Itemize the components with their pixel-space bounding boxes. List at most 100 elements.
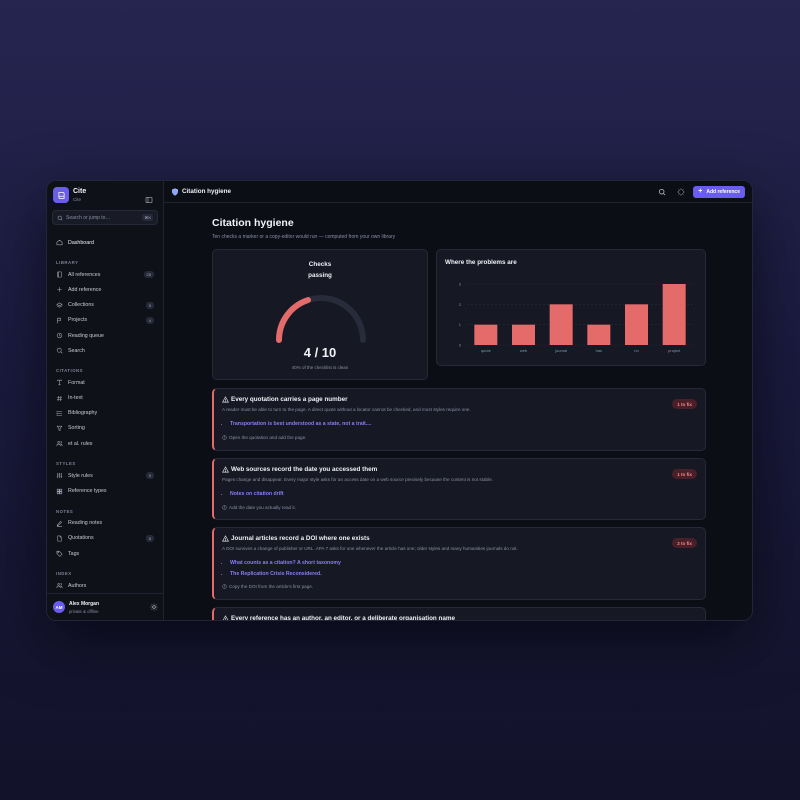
sidebar-item-sorting[interactable]: Sorting — [51, 421, 159, 436]
pen-icon — [56, 520, 63, 527]
page-content: Citation hygiene Ten checks a marker or … — [212, 203, 708, 620]
warning-icon — [222, 535, 229, 542]
check-title: Every quotation carries a page number — [222, 396, 348, 403]
info-icon — [222, 505, 227, 510]
sidebar-item-label: Reading notes — [68, 520, 103, 527]
sidebar-item-dashboard[interactable]: Dashboard — [51, 235, 159, 250]
sidebar-item-style-rules[interactable]: Style rules 5 — [51, 468, 159, 483]
sidebar-search-input[interactable]: Search or jump to… ⌘K — [52, 210, 158, 225]
x-tick-label: has — [596, 348, 602, 353]
check-hint-text: Open the quotation and add the page. — [229, 435, 307, 440]
checks-passing-card: Checks passing 4 / 10 40% of the checkli… — [212, 249, 428, 380]
search-shortcut: ⌘K — [142, 214, 153, 221]
sidebar-item-reading-queue[interactable]: Reading queue — [51, 328, 159, 343]
shield-icon — [171, 187, 179, 196]
sidebar-item-tags[interactable]: Tags — [51, 546, 159, 561]
book-icon — [56, 271, 63, 278]
reference-link-item[interactable]: What counts as a citation? A short taxon… — [230, 560, 341, 566]
bar-project[interactable] — [662, 284, 686, 345]
check-title-text: Every reference has an author, an editor… — [231, 615, 455, 620]
check-hint: Copy the DOI from the article's first pa… — [222, 584, 313, 589]
check-card[interactable]: Web sources record the date you accessed… — [212, 458, 706, 520]
sidebar-item-format[interactable]: Format — [51, 375, 159, 390]
bar-has[interactable] — [587, 324, 611, 345]
user-status: private & offline — [69, 608, 99, 614]
check-title-text: Journal articles record a DOI where one … — [231, 535, 370, 542]
bar-quote[interactable] — [474, 324, 498, 345]
x-tick-label: journal — [554, 348, 567, 353]
check-hint-text: Add the date you actually read it. — [229, 505, 296, 510]
sidebar-item-label: Dashboard — [68, 239, 94, 246]
sidebar-toggle-icon[interactable] — [145, 191, 153, 203]
plus-icon: + — [698, 188, 703, 195]
list-icon — [56, 410, 63, 417]
sidebar-item-collections[interactable]: Collections 5 — [51, 298, 159, 313]
sidebar-item-label: Bibliography — [68, 410, 98, 417]
user-profile[interactable]: AM Alex Morgan private & offline — [47, 593, 164, 620]
search-button[interactable] — [656, 186, 668, 198]
bar-no[interactable] — [625, 304, 648, 345]
reference-link-item[interactable]: The Replication Crisis Reconsidered. — [230, 571, 341, 577]
sidebar-item-label: Reading queue — [68, 332, 104, 339]
sidebar-item-in-text[interactable]: In-text — [51, 391, 159, 406]
sidebar: Cite Cite Search or jump to… ⌘K Dashboar… — [47, 181, 164, 620]
sidebar-item-label: Search — [68, 347, 85, 354]
check-links: What counts as a citation? A short taxon… — [230, 560, 341, 582]
brand[interactable]: Cite Cite — [53, 187, 86, 203]
gauge-label-line1: Checks — [308, 261, 332, 268]
reference-link-item[interactable]: Notes on citation drift — [230, 491, 284, 497]
sidebar-item-reading-notes[interactable]: Reading notes — [51, 516, 159, 531]
layers-icon — [56, 302, 63, 309]
reference-link[interactable]: Transportation is best understood as a s… — [230, 421, 372, 427]
x-tick-label: quote — [481, 348, 492, 353]
sidebar-item-label: In-text — [68, 395, 83, 402]
reference-link-item[interactable]: Transportation is best understood as a s… — [230, 421, 372, 427]
plus-icon — [56, 286, 63, 293]
search-icon — [57, 215, 63, 220]
check-card[interactable]: Journal articles record a DOI where one … — [212, 527, 706, 600]
check-card[interactable]: Every quotation carries a page number A r… — [212, 388, 706, 451]
reference-link[interactable]: The Replication Crisis Reconsidered. — [230, 571, 322, 577]
sidebar-item-reference-types[interactable]: Reference types — [51, 483, 159, 498]
sidebar-item-bibliography[interactable]: Bibliography — [51, 406, 159, 421]
section-title-library: LIBRARY — [56, 260, 79, 266]
brand-subtitle: Cite — [73, 197, 82, 202]
gauge-fill — [276, 297, 312, 343]
reference-link[interactable]: Notes on citation drift — [230, 491, 284, 497]
sidebar-item-authors[interactable]: Authors — [51, 578, 159, 593]
page-title: Citation hygiene — [212, 217, 294, 229]
gauge-label-line2: passing — [308, 272, 332, 279]
bar-journal[interactable] — [549, 304, 573, 345]
file-icon — [56, 535, 63, 542]
reference-link[interactable]: What counts as a citation? A short taxon… — [230, 560, 341, 566]
bar-web[interactable] — [512, 324, 535, 345]
sidebar-item-quotations[interactable]: Quotations 8 — [51, 531, 159, 546]
warning-icon — [222, 615, 229, 620]
sidebar-item-search[interactable]: Search — [51, 343, 159, 358]
problems-chart-card: 0 1 2 3 quote web journal has no project Where th… — [436, 249, 706, 366]
problems-bar-chart: 0 1 2 3 quote web journal has no project — [459, 282, 693, 353]
sidebar-item-label: Add reference — [68, 286, 102, 293]
section-title-index: INDEX — [56, 571, 72, 577]
tag-icon — [56, 550, 63, 557]
add-reference-button[interactable]: + Add reference — [693, 185, 745, 198]
sidebar-item-projects[interactable]: Projects 4 — [51, 313, 159, 328]
loading-button[interactable] — [675, 186, 687, 198]
fix-count-badge: 1 to fix — [672, 469, 697, 479]
sidebar-item-label: Tags — [68, 550, 80, 557]
check-hint: Add the date you actually read it. — [222, 505, 296, 510]
sidebar-item-add-reference[interactable]: Add reference — [51, 282, 159, 297]
sidebar-item-label: Sorting — [68, 425, 85, 432]
gauge-track — [276, 295, 366, 343]
fix-count-badge: 1 to fix — [672, 399, 697, 409]
hash-icon — [56, 395, 63, 402]
count-badge: 8 — [145, 534, 154, 542]
search-placeholder: Search or jump to… — [66, 214, 111, 221]
theme-toggle-icon[interactable] — [150, 603, 158, 611]
count-badge: 5 — [145, 472, 154, 480]
section-title-notes: NOTES — [56, 508, 74, 514]
sidebar-item-et-al-rules[interactable]: et al. rules — [51, 436, 159, 451]
check-card[interactable]: Every reference has an author, an editor… — [212, 607, 706, 620]
sidebar-item-all-references[interactable]: All references 28 — [51, 267, 159, 282]
y-tick-label: 2 — [459, 302, 462, 307]
